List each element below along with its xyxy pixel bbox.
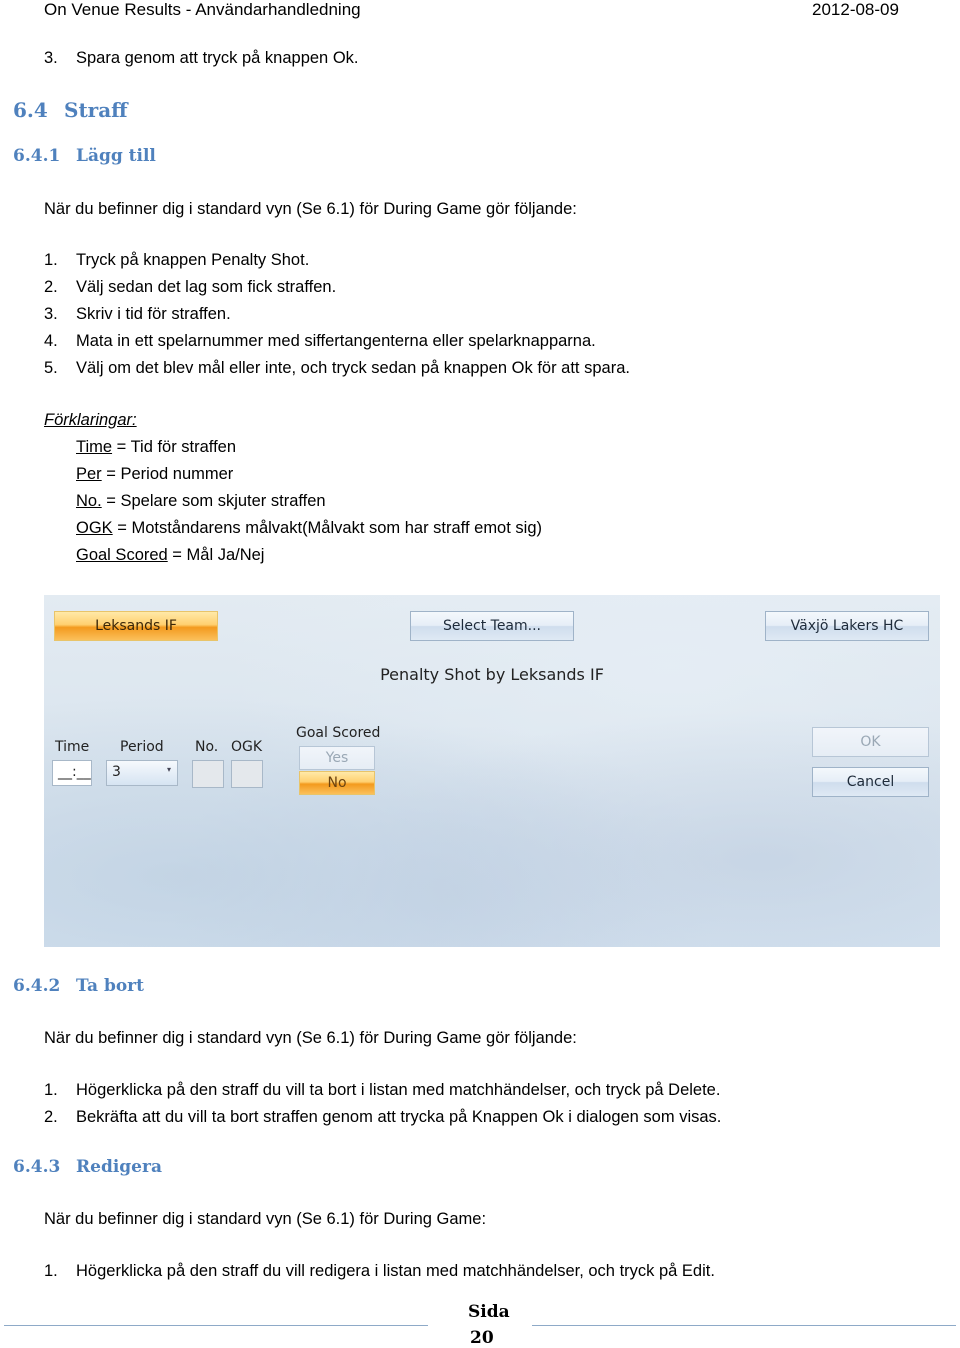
ok-button[interactable]: OK [812, 727, 929, 757]
step-number: 1. [44, 1262, 58, 1280]
legend-definition: = Spelare som skjuter straffen [101, 492, 326, 510]
page-number: 20 [470, 1328, 494, 1348]
list-item: 2. Bekräfta att du vill ta bort straffen… [0, 1104, 960, 1131]
list-item: 1. Högerklicka på den straff du vill ta … [0, 1077, 960, 1104]
step-text: Högerklicka på den straff du vill ta bor… [76, 1081, 721, 1099]
intro-paragraph: När du befinner dig i standard vyn (Se 6… [44, 1029, 577, 1047]
legend-term: Per [76, 465, 102, 483]
home-team-button[interactable]: Leksands IF [54, 611, 218, 641]
section-number: 6.4 [13, 98, 48, 122]
step-number: 3. [44, 49, 58, 67]
legend-term: OGK [76, 519, 113, 537]
intro-paragraph: När du befinner dig i standard vyn (Se 6… [44, 1210, 487, 1228]
document-date: 2012-08-09 [812, 0, 899, 19]
step-number: 5. [44, 359, 58, 377]
time-input[interactable]: __:__ [52, 760, 92, 786]
step-text: Bekräfta att du vill ta bort straffen ge… [76, 1108, 722, 1126]
step-number: 2. [44, 1108, 58, 1126]
away-team-button[interactable]: Växjö Lakers HC [765, 611, 929, 641]
goal-no-button[interactable]: No [299, 771, 375, 795]
step-number: 2. [44, 278, 58, 296]
section-title: Redigera [76, 1157, 162, 1177]
period-select[interactable]: 3 ▾ [106, 760, 178, 786]
section-number: 6.4.2 [13, 976, 61, 996]
no-label: No. [195, 739, 219, 755]
step-text: Spara genom att tryck på knappen Ok. [76, 49, 359, 67]
step-number: 3. [44, 305, 58, 323]
legend-term: No. [76, 492, 102, 510]
section-number: 6.4.1 [13, 146, 61, 166]
legend-definition: = Period nummer [101, 465, 234, 483]
step-number: 4. [44, 332, 58, 350]
step-text: Högerklicka på den straff du vill redige… [76, 1262, 715, 1280]
page-label: Sida [468, 1302, 510, 1322]
list-item: 4. Mata in ett spelarnummer med sifferta… [0, 328, 960, 355]
list-item: 1. Tryck på knappen Penalty Shot. [0, 247, 960, 274]
legend-item: No. = Spelare som skjuter straffen [76, 488, 326, 515]
section-number: 6.4.3 [13, 1157, 61, 1177]
list-item: 3. Skriv i tid för straffen. [0, 301, 960, 328]
legend-item: Time = Tid för straffen [76, 434, 236, 461]
list-item: 3. Spara genom att tryck på knappen Ok. [0, 45, 960, 72]
legend-definition: = Motståndarens målvakt(Målvakt som har … [112, 519, 542, 537]
goal-yes-button[interactable]: Yes [299, 746, 375, 770]
period-value: 3 [112, 764, 121, 780]
step-number: 1. [44, 251, 58, 269]
legend-term: Goal Scored [76, 546, 168, 564]
penalty-shot-dialog: Leksands IF Select Team... Växjö Lakers … [44, 595, 940, 947]
chevron-down-icon: ▾ [166, 765, 171, 774]
document-title: On Venue Results - Användarhandledning [44, 0, 361, 19]
time-label: Time [55, 739, 90, 755]
section-title: Straff [64, 98, 128, 122]
footer-rule-left [4, 1325, 428, 1326]
step-text: Skriv i tid för straffen. [76, 305, 231, 323]
list-item: 2. Välj sedan det lag som fick straffen. [0, 274, 960, 301]
goal-scored-label: Goal Scored [296, 725, 381, 741]
section-heading-6-4: 6.4 Straff [0, 98, 400, 128]
step-number: 1. [44, 1081, 58, 1099]
legend-definition: = Tid för straffen [112, 438, 237, 456]
step-text: Mata in ett spelarnummer med siffertange… [76, 332, 596, 350]
ogk-input[interactable] [231, 760, 263, 788]
step-text: Välj om det blev mål eller inte, och try… [76, 359, 630, 377]
section-title: Ta bort [76, 976, 144, 996]
legend-definition: = Mål Ja/Nej [167, 546, 265, 564]
section-title: Lägg till [76, 146, 156, 166]
period-label: Period [120, 739, 164, 755]
step-text: Tryck på knappen Penalty Shot. [76, 251, 310, 269]
step-text: Välj sedan det lag som fick straffen. [76, 278, 337, 296]
select-team-button[interactable]: Select Team... [410, 611, 574, 641]
ogk-label: OGK [231, 739, 263, 755]
legend-item: Goal Scored = Mål Ja/Nej [76, 542, 264, 569]
dialog-caption: Penalty Shot by Leksands IF [380, 665, 604, 684]
player-number-input[interactable] [192, 760, 224, 788]
section-heading-6-4-3: 6.4.3 Redigera [0, 1157, 400, 1183]
cancel-button[interactable]: Cancel [812, 767, 929, 797]
legend-item: Per = Period nummer [76, 461, 233, 488]
section-heading-6-4-2: 6.4.2 Ta bort [0, 976, 400, 1002]
footer-rule-right [532, 1325, 956, 1326]
list-item: 5. Välj om det blev mål eller inte, och … [0, 355, 960, 382]
section-heading-6-4-1: 6.4.1 Lägg till [0, 146, 400, 172]
legend-title: Förklaringar: [44, 411, 137, 429]
legend-item: OGK = Motståndarens målvakt(Målvakt som … [76, 515, 542, 542]
legend-term: Time [76, 438, 113, 456]
list-item: 1. Högerklicka på den straff du vill red… [0, 1258, 960, 1285]
intro-paragraph: När du befinner dig i standard vyn (Se 6… [44, 200, 577, 218]
